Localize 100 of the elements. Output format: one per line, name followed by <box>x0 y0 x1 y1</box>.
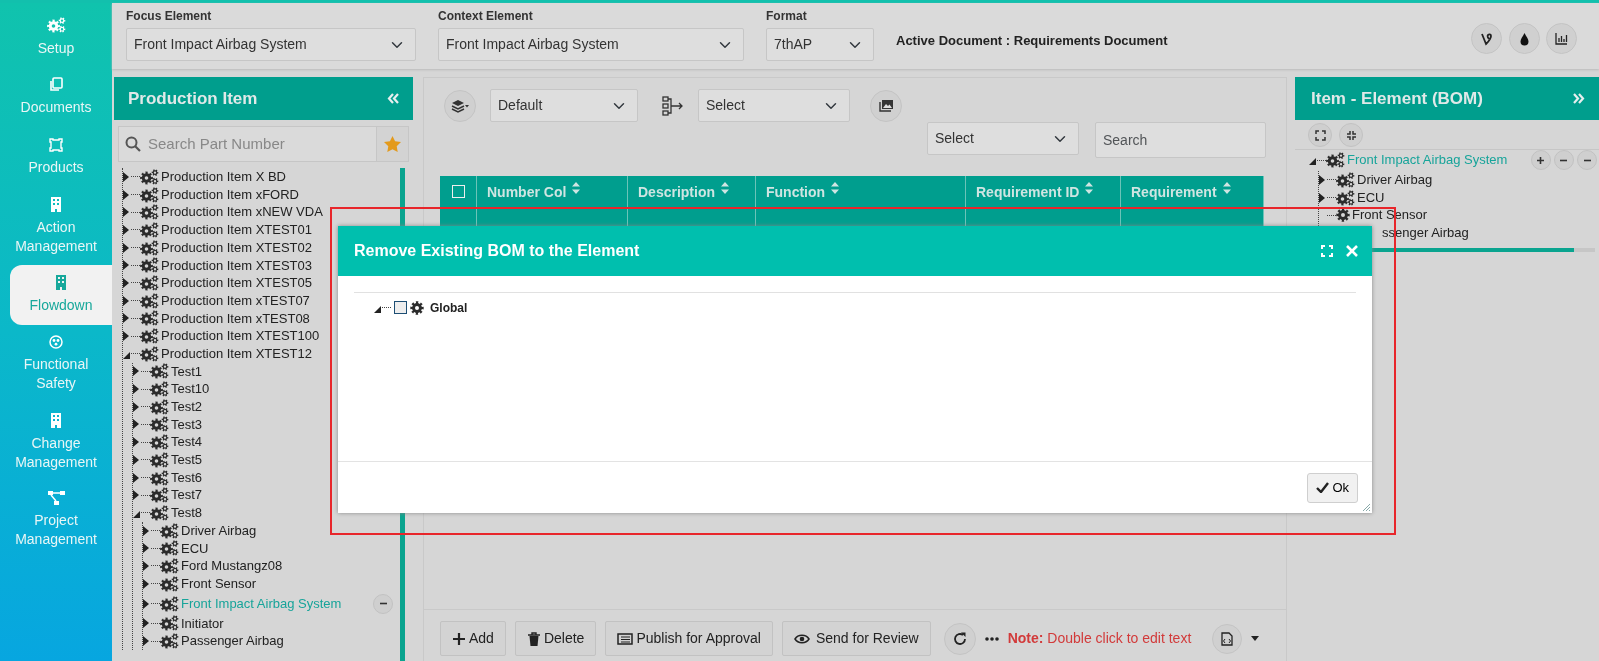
gears-icon <box>160 615 179 632</box>
collapsed-arrow-icon[interactable] <box>143 618 149 629</box>
element-select[interactable]: Front Impact Airbag System <box>438 28 744 61</box>
collapsed-arrow-icon[interactable] <box>143 578 149 589</box>
resize-grip-icon[interactable] <box>1362 503 1370 511</box>
drop-button[interactable] <box>1508 23 1540 54</box>
gears-icon <box>160 557 179 574</box>
tree-item-label[interactable]: Test6 <box>171 467 203 488</box>
tree-item-label[interactable]: Production Item xTEST08 <box>161 308 310 329</box>
export-button[interactable] <box>1212 623 1243 654</box>
expand-right-icon[interactable] <box>1573 93 1585 104</box>
tree-item-label[interactable]: Test10 <box>171 379 210 399</box>
format-select[interactable]: 7thAP <box>766 28 874 61</box>
bar-chart-button[interactable] <box>1546 23 1577 54</box>
expanded-arrow-icon[interactable] <box>374 305 381 313</box>
collapsed-arrow-icon[interactable] <box>123 295 129 306</box>
search-field[interactable]: Search <box>1095 122 1266 158</box>
gallery-button[interactable] <box>870 89 902 122</box>
collapsed-arrow-icon[interactable] <box>123 189 129 200</box>
tree-item-label[interactable]: Test7 <box>171 485 203 505</box>
tree-item-label[interactable]: Production Item XTEST02 <box>161 237 312 258</box>
collapsed-arrow-icon[interactable] <box>143 598 149 609</box>
tree-item-label[interactable]: ECU <box>1357 187 1385 208</box>
delete-button[interactable]: Delete <box>514 621 597 656</box>
collapsed-arrow-icon[interactable] <box>143 636 149 647</box>
tree-item-label[interactable]: Global <box>430 298 468 317</box>
ok-button[interactable]: Ok <box>1307 472 1358 503</box>
tree-item-label[interactable]: Test5 <box>171 450 203 470</box>
collapsed-arrow-icon[interactable] <box>143 543 149 554</box>
tree-item-label[interactable]: Production Item XTEST100 <box>161 326 320 346</box>
more-icon[interactable] <box>984 636 999 641</box>
add-button[interactable] <box>1530 150 1551 170</box>
tree-item-label[interactable]: Passenger Airbag <box>181 631 284 651</box>
hierarchy-select[interactable]: Select <box>698 89 850 122</box>
sort-icon[interactable] <box>572 182 581 194</box>
tree-item-label[interactable]: Front Sensor <box>181 573 257 594</box>
tree-item-label[interactable]: Production Item xFORD <box>161 184 299 205</box>
sort-icon[interactable] <box>831 182 840 194</box>
publish-button[interactable]: Publish for Approval <box>605 621 773 656</box>
expanded-arrow-icon[interactable] <box>123 351 130 359</box>
collapsed-arrow-icon[interactable] <box>123 331 129 342</box>
v-mark-button[interactable] <box>1471 23 1502 54</box>
sort-icon[interactable] <box>721 182 729 194</box>
tree-checkbox[interactable] <box>394 301 407 315</box>
collapsed-arrow-icon[interactable] <box>133 401 139 412</box>
collapsed-arrow-icon[interactable] <box>133 437 139 448</box>
tree-item-label[interactable]: Driver Airbag <box>181 520 257 541</box>
search-field[interactable]: Search Part Number <box>119 127 377 161</box>
collapsed-arrow-icon[interactable] <box>143 525 149 536</box>
element-select[interactable]: Front Impact Airbag System <box>126 28 416 61</box>
add-button[interactable]: Add <box>440 621 506 656</box>
refresh-button[interactable] <box>943 622 976 655</box>
collapsed-arrow-icon[interactable] <box>133 490 139 501</box>
collapsed-arrow-icon[interactable] <box>123 224 129 235</box>
collapsed-arrow-icon[interactable] <box>123 171 129 182</box>
collapsed-arrow-icon[interactable] <box>133 366 139 377</box>
collapse-all-button[interactable] <box>1339 123 1364 147</box>
tree-item-label[interactable]: Test8 <box>171 503 203 523</box>
tree-item-label[interactable]: Initiator <box>181 613 224 634</box>
collapsed-arrow-icon[interactable] <box>1319 174 1325 185</box>
tree-item-label[interactable]: Production Item X BD <box>161 168 286 187</box>
collapsed-arrow-icon[interactable] <box>133 454 139 465</box>
collapsed-arrow-icon[interactable] <box>123 260 129 271</box>
tree-item-label[interactable]: Ford Mustangz08 <box>181 556 283 576</box>
collapsed-arrow-icon[interactable] <box>1319 192 1325 203</box>
collapsed-arrow-icon[interactable] <box>133 384 139 395</box>
gears-icon <box>140 186 159 203</box>
tree-item-label[interactable]: Production Item XTEST05 <box>161 273 312 293</box>
collapsed-arrow-icon[interactable] <box>123 207 129 218</box>
filter-select[interactable]: Select <box>927 122 1079 155</box>
tree-item-label[interactable]: Production Item XTEST12 <box>161 343 312 364</box>
review-button[interactable]: Send for Review <box>781 621 931 656</box>
tree-item-label[interactable]: ECU <box>181 538 209 559</box>
collapsed-arrow-icon[interactable] <box>123 277 129 288</box>
tree-item-label[interactable]: Test1 <box>171 361 203 382</box>
expanded-arrow-icon[interactable] <box>1309 158 1316 165</box>
collapsed-arrow-icon[interactable] <box>123 242 129 253</box>
tree-item-label[interactable]: Production Item XTEST01 <box>161 220 312 240</box>
tree-item-label[interactable]: Driver Airbag <box>1357 170 1433 190</box>
tree-item-label[interactable]: Production Item xNEW VDA <box>161 202 323 222</box>
tree-item-label[interactable]: Test3 <box>171 414 203 435</box>
tree-item-label[interactable]: Test4 <box>171 432 203 452</box>
collapsed-arrow-icon[interactable] <box>133 419 139 430</box>
collapsed-arrow-icon[interactable] <box>123 313 129 324</box>
sort-icon[interactable] <box>1222 182 1231 194</box>
tree-item-label[interactable]: Production Item xTEST07 <box>161 290 310 311</box>
collapsed-arrow-icon[interactable] <box>143 560 149 571</box>
caret-icon[interactable] <box>1251 636 1260 641</box>
gears-icon <box>150 469 169 486</box>
v-mark-icon <box>1479 31 1494 46</box>
collapsed-arrow-icon[interactable] <box>133 472 139 483</box>
collapse-left-icon[interactable] <box>387 93 399 104</box>
select-all-checkbox[interactable] <box>452 185 465 198</box>
tree-item-label[interactable]: Test2 <box>171 397 203 417</box>
layers-button[interactable] <box>444 89 476 122</box>
sort-icon[interactable] <box>1085 182 1094 194</box>
view-select[interactable]: Default <box>490 89 638 122</box>
tree-item-label[interactable]: Production Item XTEST03 <box>161 255 312 276</box>
expanded-arrow-icon[interactable] <box>133 510 140 518</box>
expand-all-button[interactable] <box>1308 123 1332 147</box>
